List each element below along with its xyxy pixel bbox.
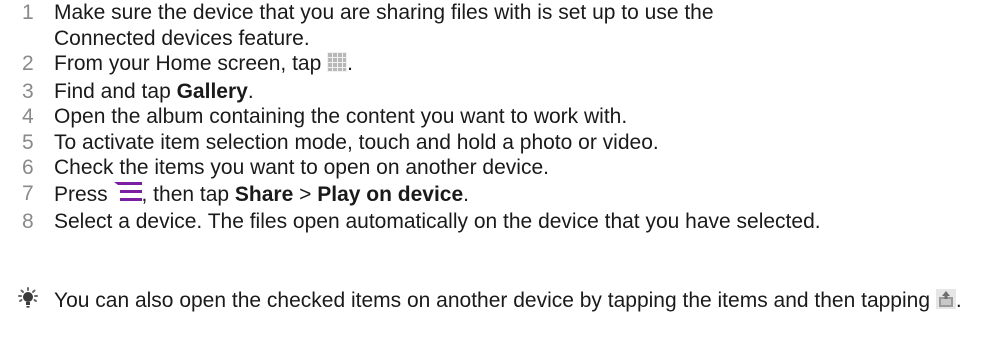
tip-text-end: . [955, 289, 962, 312]
step-text: Find and tap [54, 79, 177, 103]
step-number: 2 [22, 52, 34, 75]
step-separator: > [293, 182, 318, 206]
step-8: 8 Select a device. The files open automa… [0, 209, 993, 235]
step-text: Check the items you want to open on anot… [54, 156, 549, 179]
step-bold-term: Gallery [176, 79, 248, 103]
step-1: 1 Make sure the device that you are shar… [0, 0, 993, 51]
step-text-end: . [347, 52, 353, 75]
step-number: 8 [22, 210, 34, 233]
step-text: Press [54, 182, 114, 206]
step-7: 7 Press , then tap Share > Play on devic… [0, 181, 993, 210]
step-bold-term-2: Play on device [317, 182, 464, 206]
step-number: 4 [22, 105, 34, 128]
step-number: 7 [22, 181, 34, 205]
step-text: From your Home screen, tap [54, 52, 328, 75]
share-device-icon [935, 289, 956, 316]
step-5: 5 To activate item selection mode, touch… [0, 130, 993, 156]
tip-text: You can also open the checked items on a… [54, 289, 936, 312]
step-bold-term: Share [234, 182, 294, 206]
step-4: 4 Open the album containing the content … [0, 104, 993, 130]
step-text: Open the album containing the content yo… [54, 105, 628, 128]
step-text: To activate item selection mode, touch a… [54, 130, 659, 154]
step-text: Select a device. The files open automati… [54, 210, 821, 233]
step-number: 5 [22, 130, 34, 154]
step-text: Make sure the device that you are sharin… [54, 1, 714, 24]
tip-text-block: You can also open the checked items on a… [0, 287, 993, 316]
instruction-steps: 1 Make sure the device that you are shar… [0, 0, 993, 235]
tip-note: You can also open the checked items on a… [0, 287, 993, 316]
step-text-end: . [463, 182, 469, 206]
step-number: 1 [22, 1, 34, 24]
apps-grid-icon [327, 52, 348, 79]
menu-icon [113, 181, 142, 210]
lightbulb-icon [16, 287, 40, 311]
step-text-continued: Connected devices feature. [54, 26, 310, 50]
step-6: 6 Check the items you want to open on an… [0, 155, 993, 181]
step-number: 3 [22, 79, 34, 103]
step-text-mid: , then tap [141, 182, 235, 206]
step-2: 2 From your Home screen, tap . [0, 51, 993, 79]
step-text-end: . [247, 79, 254, 103]
step-3: 3 Find and tap Gallery. [0, 79, 993, 105]
step-number: 6 [22, 156, 34, 179]
